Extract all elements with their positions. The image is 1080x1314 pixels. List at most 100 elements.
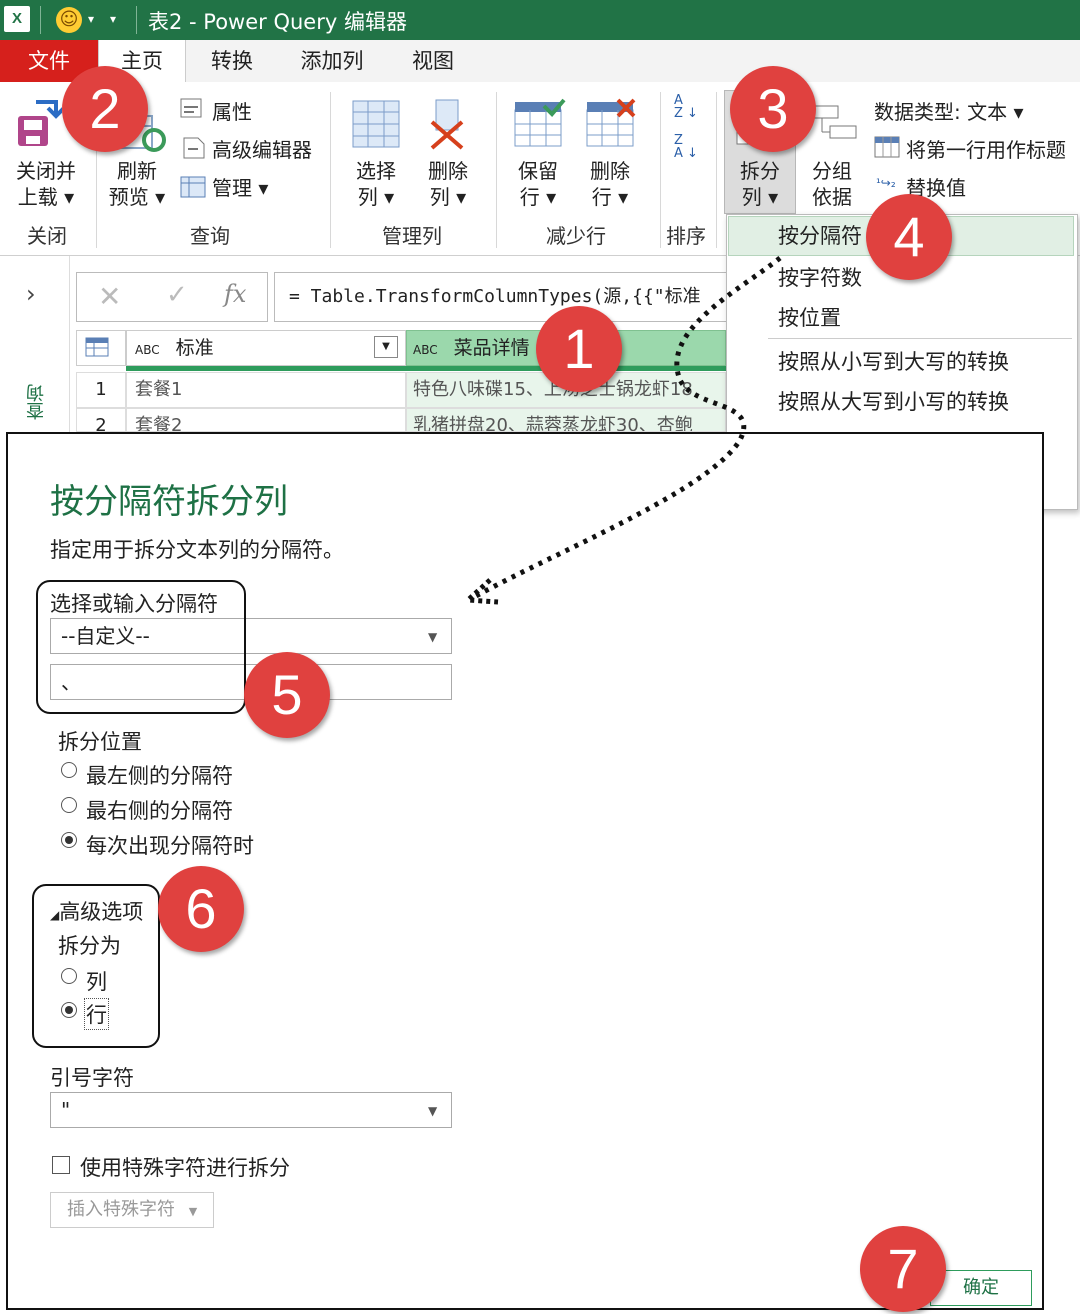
text-type-icon: ABC [135,343,160,357]
commit-icon[interactable]: ✓ [166,280,188,310]
divider [496,92,497,248]
special-chars-label: 使用特殊字符进行拆分 [80,1156,290,1180]
manage-label: 管理 [212,176,252,200]
radio-rightmost[interactable] [61,797,77,813]
data-type-dropdown[interactable]: 数据类型: 文本 ▾ [874,96,1024,125]
radio-each-occurrence[interactable] [61,832,77,848]
menu-item-by-delimiter[interactable]: 按分隔符 [778,220,862,250]
annotation-box-delimiter [36,580,246,714]
keep-rows-line1: 保留 [518,159,558,183]
group-label-query: 查询 [190,224,230,248]
annotation-box-advanced [32,884,160,1048]
radio-leftmost-label: 最左侧的分隔符 [86,764,233,788]
manage-button[interactable]: 管理 ▾ [212,172,268,201]
smiley-icon[interactable]: ☺ [56,7,82,33]
close-load-line1: 关闭并 [16,159,76,183]
split-column-line1: 拆分 [740,159,780,183]
quote-char-label: 引号字符 [50,1066,134,1090]
step-badge-7: 7 [860,1226,946,1312]
tab-view[interactable]: 视图 [400,40,466,82]
keep-rows-icon [514,98,566,148]
advanced-editor-icon [182,136,206,160]
excel-icon: X [4,6,30,32]
quote-char-select[interactable]: " [50,1092,452,1128]
first-row-header-button[interactable]: 将第一行用作标题 [906,134,1066,163]
dialog-title: 按分隔符拆分列 [50,482,288,522]
close-load-button[interactable]: 关闭并 上载 ▾ [10,158,82,210]
group-label-close: 关闭 [27,224,67,248]
row-number: 1 [76,372,126,408]
table-menu-icon[interactable] [76,330,126,366]
divider [136,6,137,34]
remove-columns-button[interactable]: 删除 列 ▾ [412,158,484,210]
keep-rows-line2: 行 ▾ [519,185,557,209]
column-header-label: 标准 [175,337,214,359]
step-badge-5: 5 [244,652,330,738]
dialog-description: 指定用于拆分文本列的分隔符。 [50,538,344,562]
remove-rows-line2: 行 ▾ [591,185,629,209]
radio-rightmost-label: 最右侧的分隔符 [86,799,233,823]
radio-leftmost[interactable] [61,762,77,778]
remove-rows-button[interactable]: 删除 行 ▾ [574,158,646,210]
sort-descending-icon[interactable]: ZA ↓ [674,134,702,164]
step-badge-3: 3 [730,66,816,152]
tab-transform[interactable]: 转换 [196,40,268,82]
group-by-line2: 依据 [812,185,852,209]
radio-each-occurrence-label: 每次出现分隔符时 [86,834,254,858]
refresh-preview-button[interactable]: 刷新 预览 ▾ [104,158,170,210]
keep-rows-button[interactable]: 保留 行 ▾ [502,158,574,210]
insert-special-char-button[interactable]: 插入特殊字符 ▼ [50,1192,214,1228]
choose-columns-button[interactable]: 选择 列 ▾ [340,158,412,210]
row-number: 2 [76,408,126,432]
divider [40,6,41,34]
remove-columns-icon [424,98,472,150]
column-header-standard[interactable]: ABC 标准 [126,330,406,366]
table-cell[interactable]: 套餐2 [126,408,406,432]
divider [330,92,331,248]
data-type-label: 数据类型: 文本 [874,100,1008,124]
special-chars-checkbox[interactable] [52,1156,70,1174]
group-label-reduce-rows: 减少行 [546,224,606,248]
chevron-down-icon[interactable]: ▾ [88,12,94,26]
refresh-line1: 刷新 [117,159,157,183]
text-type-icon: ABC [413,343,438,357]
fx-icon[interactable]: fx [224,280,246,308]
sort-ascending-icon[interactable]: AZ ↓ [674,94,702,124]
expand-chevron-icon[interactable]: › [26,280,36,308]
properties-icon [180,98,204,120]
step-badge-4: 4 [866,194,952,280]
divider [716,92,717,248]
split-column-line2: 列 ▾ [741,185,779,209]
replace-values-icon: ¹↪₂ [876,176,896,190]
menu-item-lower-to-upper[interactable]: 按照从小写到大写的转换 [778,346,1009,376]
group-label-manage-columns: 管理列 [382,224,442,248]
split-at-label: 拆分位置 [58,730,142,754]
group-by-line1: 分组 [812,159,852,183]
close-load-line2: 上载 ▾ [17,185,75,209]
column-quality-bar [126,366,406,371]
step-badge-1: 1 [536,306,622,392]
table-cell[interactable]: 套餐1 [126,372,406,408]
manage-icon [180,176,206,198]
annotation-arrow [461,256,782,605]
group-by-icon [812,104,860,144]
quote-char-value: " [61,1098,71,1122]
cancel-icon[interactable]: ✕ [98,280,121,313]
chevron-down-icon: ▼ [188,1205,198,1218]
quick-access-dropdown-icon[interactable]: ▾ [110,12,116,26]
refresh-line2: 预览 ▾ [108,185,166,209]
advanced-editor-button[interactable]: 高级编辑器 [212,134,312,163]
menu-item-upper-to-lower[interactable]: 按照从大写到小写的转换 [778,386,1009,416]
chevron-down-icon: ▼ [428,1104,438,1118]
queries-pane-label[interactable]: 查询 [24,384,50,420]
filter-dropdown-icon[interactable]: ▼ [374,336,398,358]
group-by-button[interactable]: 分组 依据 [800,158,864,210]
remove-columns-line1: 删除 [428,159,468,183]
remove-rows-icon [586,98,638,148]
first-row-header-icon [874,136,900,158]
tab-add-column[interactable]: 添加列 [290,40,374,82]
properties-button[interactable]: 属性 [212,96,252,125]
split-column-button[interactable]: 拆分 列 ▾ [724,158,796,210]
choose-columns-line2: 列 ▾ [357,185,395,209]
insert-special-char-label: 插入特殊字符 [67,1199,175,1220]
